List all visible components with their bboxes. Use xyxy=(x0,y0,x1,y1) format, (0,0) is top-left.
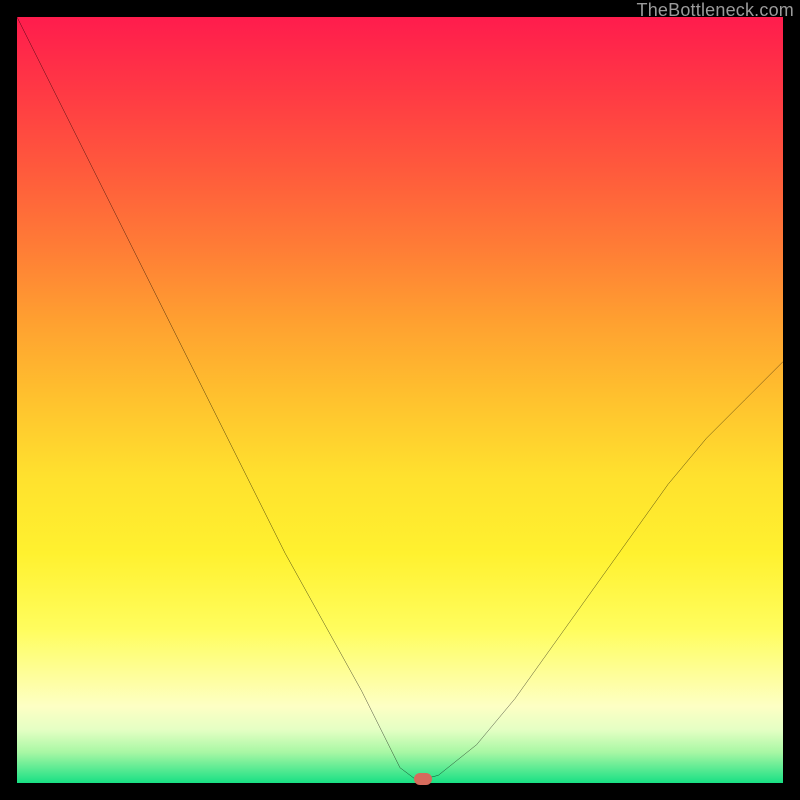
chart-frame: TheBottleneck.com xyxy=(0,0,800,800)
bottleneck-curve xyxy=(17,17,783,783)
optimum-marker xyxy=(414,773,432,785)
plot-area xyxy=(17,17,783,783)
curve-path xyxy=(17,17,783,779)
watermark-text: TheBottleneck.com xyxy=(637,0,794,21)
